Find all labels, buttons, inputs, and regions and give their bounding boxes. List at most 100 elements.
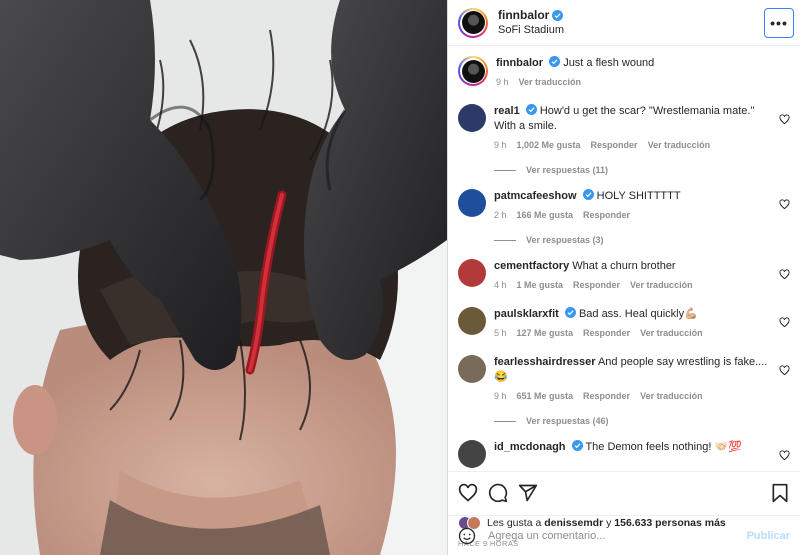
comment-meta: 4 h 1 Me gusta Responder Ver traducción [494,278,768,293]
post-side-panel: finnbalor SoFi Stadium ••• finnbalor Jus… [447,0,800,555]
author-info: finnbalor SoFi Stadium [498,8,564,38]
translate-button[interactable]: Ver traducción [648,138,711,153]
comment-time[interactable]: 9 h [494,138,507,153]
comment-likes[interactable]: 127 Me gusta [517,326,574,341]
caption-avatar[interactable] [458,56,488,86]
location-link[interactable]: SoFi Stadium [498,23,564,38]
view-replies-label[interactable]: Ver respuestas (3) [526,235,604,245]
post-header: finnbalor SoFi Stadium ••• [448,0,800,46]
comment-body: fearlesshairdresser And people say wrest… [494,355,790,404]
instagram-post: finnbalor SoFi Stadium ••• finnbalor Jus… [0,0,800,555]
caption: finnbalor Just a flesh wound 9 h Ver tra… [458,56,790,90]
commenter-username[interactable]: paulsklarxfit [494,308,559,320]
comment-body: patmcafeeshow HOLY SHITTTTT 2 h 166 Me g… [494,189,790,223]
comment-meta: 5 h 127 Me gusta Responder Ver traducció… [494,326,768,341]
comment-item: fearlesshairdresser And people say wrest… [458,355,790,404]
comment-item: paulsklarxfit Bad ass. Heal quickly💪🏼 5 … [458,307,790,341]
caption-translate[interactable]: Ver traducción [519,75,582,90]
post-actions-bar [448,471,800,513]
heart-icon[interactable] [458,483,478,503]
comment-text: HOLY SHITTTTT [596,190,681,202]
reply-button[interactable]: Responder [583,389,630,404]
commenter-username[interactable]: real1 [494,105,520,117]
verified-badge-icon [525,104,537,115]
share-icon[interactable] [518,483,538,503]
commenter-avatar[interactable] [458,104,486,132]
comment-icon[interactable] [488,483,508,503]
reply-button[interactable]: Responder [573,278,620,293]
commenter-avatar[interactable] [458,189,486,217]
comment-meta: 2 h 166 Me gusta Responder [494,208,768,223]
comment-meta: 9 h 651 Me gusta Responder Ver traducció… [494,389,768,404]
commenter-avatar[interactable] [458,355,486,383]
caption-meta: 9 h Ver traducción [496,75,768,90]
author-avatar[interactable] [458,7,488,38]
commenter-username[interactable]: patmcafeeshow [494,190,577,202]
comment-likes[interactable]: 651 Me gusta [517,389,574,404]
author-username-link[interactable]: finnbalor [498,8,564,23]
commenter-username[interactable]: fearlesshairdresser [494,356,596,368]
emoji-icon[interactable] [458,527,476,545]
view-replies-button[interactable]: Ver respuestas (11) [494,165,790,175]
caption-username[interactable]: finnbalor [496,57,543,69]
comment-body: cementfactory What a churn brother 4 h 1… [494,259,790,293]
comment-likes[interactable]: 166 Me gusta [517,208,574,223]
comments-list[interactable]: finnbalor Just a flesh wound 9 h Ver tra… [448,46,800,471]
translate-button[interactable]: Ver traducción [640,389,703,404]
translate-button[interactable]: Ver traducción [630,278,693,293]
reply-button[interactable]: Responder [583,326,630,341]
verified-badge-icon [571,440,583,451]
replies-divider [494,420,516,422]
add-comment-bar: Publicar [448,515,800,555]
comment-item: real1 How'd u get the scar? "Wrestlemani… [458,104,790,153]
author-username[interactable]: finnbalor [498,8,549,23]
comment-like-heart-icon[interactable] [779,365,790,376]
comment-time[interactable]: 9 h [494,389,507,404]
comment-item: cementfactory What a churn brother 4 h 1… [458,259,790,293]
comment-body: real1 How'd u get the scar? "Wrestlemani… [494,104,790,153]
commenter-username[interactable]: id_mcdonagh [494,441,566,453]
translate-button[interactable]: Ver traducción [640,326,703,341]
comment-like-heart-icon[interactable] [779,317,790,328]
verified-badge-icon [552,9,564,21]
comment-body: id_mcdonagh The Demon feels nothing! 🤝🏻💯 [494,440,790,468]
comment-like-heart-icon[interactable] [779,114,790,125]
comment-time[interactable]: 2 h [494,208,507,223]
replies-divider [494,169,516,171]
comment-text: Bad ass. Heal quickly💪🏼 [578,308,698,320]
verified-badge-icon [582,189,594,200]
caption-text: Just a flesh wound [563,57,655,69]
replies-divider [494,239,516,241]
view-replies-button[interactable]: Ver respuestas (3) [494,235,790,245]
caption-time[interactable]: 9 h [496,75,509,90]
commenter-username[interactable]: cementfactory [494,260,569,272]
comment-text: What a churn brother [572,260,676,272]
reply-button[interactable]: Responder [591,138,638,153]
commenter-avatar[interactable] [458,440,486,468]
commenter-avatar[interactable] [458,307,486,335]
comment-item: patmcafeeshow HOLY SHITTTTT 2 h 166 Me g… [458,189,790,223]
verified-badge-icon [549,56,561,67]
view-replies-label[interactable]: Ver respuestas (46) [526,416,609,426]
comment-like-heart-icon[interactable] [779,269,790,280]
comment-like-heart-icon[interactable] [779,199,790,210]
comment-like-heart-icon[interactable] [779,450,790,461]
view-replies-label[interactable]: Ver respuestas (11) [526,165,608,175]
bookmark-icon[interactable] [770,483,790,503]
reply-button[interactable]: Responder [583,208,630,223]
caption-body: finnbalor Just a flesh wound 9 h Ver tra… [496,56,790,90]
commenter-avatar[interactable] [458,259,486,287]
post-photo[interactable] [0,0,447,555]
comment-item: id_mcdonagh The Demon feels nothing! 🤝🏻💯 [458,440,790,468]
comment-text: The Demon feels nothing! 🤝🏻💯 [585,441,742,453]
comment-meta: 9 h 1,002 Me gusta Responder Ver traducc… [494,138,768,153]
view-replies-button[interactable]: Ver respuestas (46) [494,416,790,426]
comment-likes[interactable]: 1,002 Me gusta [517,138,581,153]
verified-badge-icon [564,307,576,318]
more-options-button[interactable]: ••• [764,8,794,38]
comment-input[interactable] [488,529,747,542]
comment-time[interactable]: 5 h [494,326,507,341]
comment-time[interactable]: 4 h [494,278,507,293]
comment-likes[interactable]: 1 Me gusta [517,278,564,293]
publish-button[interactable]: Publicar [747,530,790,542]
